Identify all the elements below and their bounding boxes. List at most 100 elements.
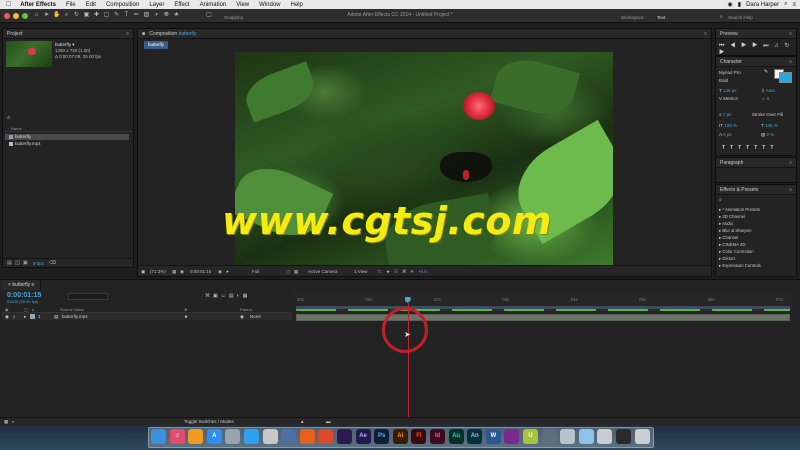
app-icon-2[interactable]: [318, 429, 334, 444]
snapshot-icon[interactable]: ◉: [180, 266, 184, 277]
panel-menu-icon[interactable]: ≡: [789, 29, 792, 39]
menu-edit[interactable]: Edit: [81, 2, 101, 8]
itunes-icon[interactable]: ♫: [169, 429, 185, 444]
folder-icon[interactable]: [578, 429, 594, 444]
graph-editor-icon[interactable]: ▦: [243, 293, 251, 299]
magnification-icon[interactable]: ▣: [141, 266, 145, 277]
leading-value[interactable]: Auto: [766, 88, 775, 93]
flowchart-icon[interactable]: ⌘: [402, 266, 407, 277]
font-family-select[interactable]: Myriad Pro: [719, 70, 741, 75]
puppet-tool-icon[interactable]: ★: [173, 12, 180, 19]
pan-behind-tool-icon[interactable]: ✚: [93, 12, 100, 19]
premiere-icon[interactable]: [337, 429, 352, 444]
menu-animation[interactable]: Animation: [195, 2, 232, 8]
kerning-select[interactable]: Metrics: [723, 96, 738, 101]
reset-exposure-icon[interactable]: ☀: [410, 266, 414, 277]
spotlight-icon[interactable]: ⌕: [784, 1, 787, 8]
character-tab[interactable]: Character ≡: [716, 57, 796, 67]
zoom-window-icon[interactable]: [22, 13, 28, 19]
eyedropper-icon[interactable]: ✎: [764, 69, 769, 75]
camera-select[interactable]: Active Camera: [308, 266, 338, 277]
menu-effect[interactable]: Effect: [169, 2, 194, 8]
snapping-checkbox-icon[interactable]: ▢: [205, 12, 213, 19]
animate-icon[interactable]: An: [467, 429, 483, 444]
effects-category[interactable]: ▸ CINEMA 4D: [719, 242, 746, 248]
stamp-tool-icon[interactable]: ▧: [143, 12, 150, 19]
composition-tab[interactable]: ■ Composition butterfly ≡: [138, 29, 711, 39]
close-window-icon[interactable]: [4, 13, 10, 19]
expand-layer-icon[interactable]: ▸: [24, 313, 26, 320]
parent-select[interactable]: None: [250, 313, 261, 320]
lock-icon[interactable]: ■: [142, 31, 145, 37]
layer-duration-bar[interactable]: [296, 314, 790, 321]
play-icon[interactable]: ▶: [741, 43, 748, 49]
safe-zones-icon[interactable]: ▦: [172, 266, 176, 277]
paragraph-tab[interactable]: Paragraph ≡: [716, 158, 796, 168]
vertical-scale-value[interactable]: 100 %: [724, 123, 737, 128]
firefox-icon[interactable]: [299, 429, 315, 444]
menu-help[interactable]: Help: [286, 2, 308, 8]
project-item[interactable]: butterfly: [5, 134, 129, 140]
current-time-display[interactable]: 0:00:01:15: [7, 292, 41, 299]
fast-preview-icon[interactable]: ★: [386, 266, 390, 277]
loop-icon[interactable]: ↻: [784, 43, 791, 49]
effects-category[interactable]: ▸ Distort: [719, 256, 735, 262]
trash-icon[interactable]: [634, 429, 650, 444]
font-size-value[interactable]: 148 px: [723, 88, 737, 93]
notification-icon[interactable]: ≡: [792, 2, 796, 8]
menu-composition[interactable]: Composition: [101, 2, 144, 8]
mask-tool-icon[interactable]: ▢: [103, 12, 110, 19]
panel-menu-icon[interactable]: ≡: [789, 158, 792, 168]
word-icon[interactable]: W: [485, 429, 501, 444]
camera-tool-icon[interactable]: ▣: [83, 12, 90, 19]
mute-icon[interactable]: ♫: [774, 43, 781, 49]
roto-tool-icon[interactable]: ☸: [163, 12, 170, 19]
photoshop-icon[interactable]: Ps: [374, 429, 390, 444]
preview-tab[interactable]: Preview ≡: [716, 29, 796, 39]
effects-category[interactable]: ▸ Expression Controls: [719, 263, 761, 269]
timeline-tab[interactable]: × butterfly ≡: [2, 280, 42, 290]
toggle-pixel-icon[interactable]: □: [378, 266, 381, 277]
interpret-footage-icon[interactable]: ▤: [7, 260, 12, 266]
next-frame-icon[interactable]: ▶: [752, 43, 759, 49]
stroke-color-swatch[interactable]: [779, 72, 792, 83]
color-channel-icon[interactable]: ●: [226, 266, 229, 277]
parent-column[interactable]: Parent: [240, 306, 252, 313]
eraser-tool-icon[interactable]: ⎖: [153, 12, 160, 19]
view-layout-select[interactable]: 1 View: [354, 266, 367, 277]
type-tool-icon[interactable]: T: [123, 12, 130, 19]
menu-layer[interactable]: Layer: [144, 2, 169, 8]
faux-style-buttons[interactable]: TTTTTTT: [722, 145, 778, 151]
font-style-select[interactable]: Bold: [719, 78, 728, 83]
draft-3d-icon[interactable]: ▣: [213, 293, 221, 299]
menu-file[interactable]: File: [61, 2, 81, 8]
layer-row[interactable]: ◉ ♫ ▸ 1 ▤ butterfly.mp4 ★ ◉ None: [2, 313, 292, 320]
illustrator-icon[interactable]: Ai: [392, 429, 408, 444]
tsume-value[interactable]: 0 %: [767, 132, 775, 137]
finder-icon[interactable]: [151, 429, 166, 444]
shy-icon[interactable]: ☺: [221, 293, 229, 299]
panel-menu-icon[interactable]: ≡: [789, 185, 792, 195]
workspace-select[interactable]: Text: [657, 15, 665, 20]
folder-icon-2[interactable]: [597, 429, 613, 444]
prev-frame-icon[interactable]: ◀: [730, 43, 737, 49]
effects-search-icon[interactable]: ⌕: [719, 197, 722, 203]
app-icon-3[interactable]: [504, 429, 520, 444]
panel-menu-icon[interactable]: ≡: [704, 29, 707, 39]
ibooks-icon[interactable]: [188, 429, 204, 444]
pen-tool-icon[interactable]: ✎: [113, 12, 120, 19]
terminal-icon[interactable]: [616, 429, 631, 444]
panel-menu-icon[interactable]: ≡: [126, 29, 129, 39]
bpc-toggle[interactable]: 8 bpc: [33, 261, 44, 266]
rotate-tool-icon[interactable]: ↻: [73, 12, 80, 19]
exposure-value[interactable]: +0.0: [418, 266, 427, 277]
layer-name[interactable]: butterfly.mp4: [62, 313, 88, 320]
composition-mini-flowchart-icon[interactable]: ⌘: [205, 293, 213, 299]
comp-breadcrumb[interactable]: butterfly: [144, 41, 169, 49]
menu-app[interactable]: After Effects: [15, 2, 61, 8]
effects-category[interactable]: ▸ Channel: [719, 235, 738, 241]
viewer-timecode[interactable]: 0:00:01:15: [190, 266, 211, 277]
effects-category[interactable]: ▸ Blur & Sharpen: [719, 228, 752, 234]
audition-icon[interactable]: Au: [448, 429, 464, 444]
effects-category[interactable]: ▸ Color Correction: [719, 249, 754, 255]
